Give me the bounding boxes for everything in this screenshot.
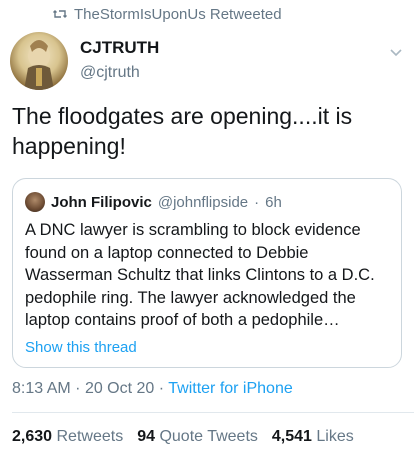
retweets-stat[interactable]: 2,630 Retweets <box>12 428 123 446</box>
quoted-separator: · <box>254 193 260 211</box>
quoted-author-avatar <box>25 192 45 212</box>
tweet-time[interactable]: 8:13 AM <box>12 380 71 397</box>
author-display-name[interactable]: CJTRUTH <box>80 38 159 58</box>
engagement-stats: 2,630 Retweets 94 Quote Tweets 4,541 Lik… <box>12 428 354 446</box>
avatar-image <box>24 40 54 90</box>
quoted-tweet-card[interactable]: John Filipovic @johnflipside · 6h A DNC … <box>12 178 402 368</box>
meta-separator: · <box>75 380 81 397</box>
quoted-tweet-age: 6h <box>265 193 282 211</box>
tweet-date[interactable]: 20 Oct 20 <box>85 380 154 397</box>
chevron-down-icon[interactable] <box>388 44 404 60</box>
quoted-tweet-header: John Filipovic @johnflipside · 6h <box>25 191 282 213</box>
quote-tweets-label: Quote Tweets <box>159 428 258 445</box>
author-handle[interactable]: @cjtruth <box>80 62 159 84</box>
likes-label: Likes <box>316 428 354 445</box>
tweet-source-link[interactable]: Twitter for iPhone <box>168 380 293 397</box>
divider <box>12 412 414 413</box>
tweet-text: The floodgates are opening....it is happ… <box>12 103 353 159</box>
quote-tweets-count: 94 <box>137 428 155 445</box>
likes-count: 4,541 <box>271 428 312 445</box>
quoted-author-handle: @johnflipside <box>157 193 249 211</box>
quoted-author-name: John Filipovic <box>51 193 152 211</box>
tweet-meta: 8:13 AM · 20 Oct 20 · Twitter for iPhone <box>12 380 293 398</box>
retweets-label: Retweets <box>56 428 124 445</box>
likes-stat[interactable]: 4,541 Likes <box>272 428 354 446</box>
retweet-banner[interactable]: TheStormIsUponUs Retweeted <box>52 4 282 24</box>
author-block: CJTRUTH @cjtruth <box>80 38 159 84</box>
quoted-tweet-text: A DNC lawyer is scrambling to block evid… <box>25 221 375 329</box>
show-thread-link[interactable]: Show this thread <box>25 339 137 356</box>
meta-separator-2: · <box>158 380 165 397</box>
retweet-icon <box>53 10 67 18</box>
retweet-banner-text: TheStormIsUponUs Retweeted <box>74 5 282 23</box>
retweets-count: 2,630 <box>12 428 53 445</box>
author-avatar[interactable] <box>10 32 68 90</box>
quote-tweets-stat[interactable]: 94 Quote Tweets <box>137 428 258 446</box>
